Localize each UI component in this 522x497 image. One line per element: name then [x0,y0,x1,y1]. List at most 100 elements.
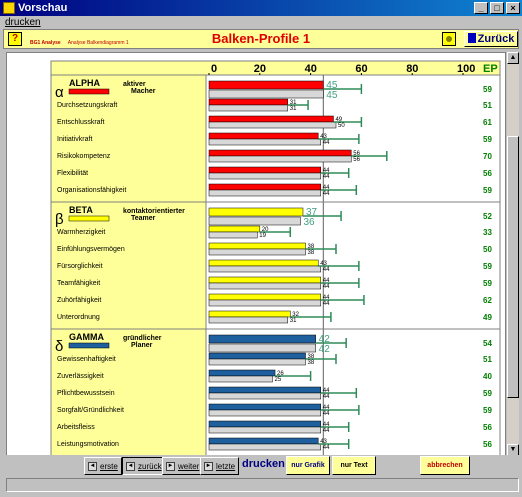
item-label: Leistungsmotivation [57,441,119,448]
prev-page-button[interactable]: ◄ zurück [122,457,166,475]
item-ref-value: 44 [323,267,330,273]
first-page-icon: ◄ [88,461,97,471]
item-ep: 56 [483,169,492,178]
door-icon [467,33,476,43]
group-swatch [68,88,110,95]
back-button[interactable]: Zurück [464,31,518,47]
item-ep: 49 [483,313,492,322]
item-ref-value: 44 [323,140,330,146]
item-label: Einfühlungsvermögen [57,246,125,253]
group-swatch [68,342,110,349]
graph-only-button[interactable]: nur Grafik [286,456,330,475]
item-ep: 59 [483,406,492,415]
cancel-button[interactable]: abbrechen [420,456,470,475]
item-ref-bar [208,392,322,400]
item-ep: 51 [483,101,492,110]
x-tick-label: 0 [211,63,217,75]
text-only-button[interactable]: nur Text [332,456,376,475]
first-page-button[interactable]: ◄ erste [84,457,122,475]
item-bar [208,276,322,284]
item-bar [208,403,322,411]
axis-header [50,60,501,76]
item-ref-bar [208,375,273,383]
item-ref-bar [208,299,322,307]
summary-ref-bar [208,343,316,353]
x-tick-label: 100 [457,63,475,75]
scroll-up-icon[interactable]: ▲ [507,52,519,64]
item-label: Flexibilität [57,170,88,177]
item-label: Fürsorglichkeit [57,263,103,270]
summary-bar [208,207,304,217]
item-bar [208,420,322,428]
app-icon [3,2,15,14]
item-ref-value: 44 [323,174,330,180]
item-ref-bar [208,155,352,163]
item-bar [208,293,322,301]
item-ep: 59 [483,186,492,195]
item-bar [208,98,288,106]
item-label: Arbeitsfleiss [57,424,95,431]
greek-letter: β [55,211,64,228]
status-bar [6,478,519,492]
item-ref-bar [208,121,337,129]
item-ref-value: 38 [308,250,315,256]
item-ref-bar [208,265,322,273]
item-ep: 56 [483,423,492,432]
group-desc-line1: gründlicher [123,335,162,342]
item-bar [208,149,352,157]
item-ep: 59 [483,389,492,398]
item-ref-value: 25 [275,377,282,383]
item-label: Unterordnung [57,314,100,321]
maximize-button[interactable]: □ [490,2,504,14]
title-bar: Vorschau _ □ × [0,0,522,16]
summary-ref-value: 42 [319,344,331,355]
window-title: Vorschau [18,2,68,14]
close-button[interactable]: × [506,2,520,14]
next-page-button[interactable]: ► weiter [162,457,204,475]
item-ep: 56 [483,440,492,449]
menu-print[interactable]: drucken [5,17,41,28]
group-name: ALPHA [69,78,100,88]
item-label: Sorgfalt/Gründlichkeit [57,407,124,414]
item-ref-bar [208,138,322,146]
summary-ref-bar [208,89,324,99]
summary-ep: 59 [483,85,492,94]
item-ref-value: 44 [323,445,330,451]
item-bar [208,225,261,233]
vertical-scrollbar[interactable]: ▲ ▼ [507,52,519,456]
item-ref-bar [208,172,322,180]
item-label: Teamfähigkeit [57,280,100,287]
last-page-button[interactable]: ► letzte [200,457,240,475]
print-link[interactable]: drucken [242,458,285,470]
item-label: Entschlusskraft [57,119,105,126]
item-bar [208,242,306,250]
group-desc-line1: aktiver [123,81,146,88]
summary-ref-value: 45 [326,90,338,101]
item-bar [208,115,334,123]
item-ref-value: 19 [259,233,266,239]
item-label: Zuverlässigkeit [57,373,104,380]
item-bar [208,183,322,191]
item-bar [208,166,322,174]
minimize-button[interactable]: _ [474,2,488,14]
item-ref-bar [208,189,322,197]
item-ref-bar [208,443,322,451]
item-ref-value: 38 [308,360,315,366]
summary-ref-bar [208,216,301,226]
item-ep: 59 [483,135,492,144]
item-ref-value: 31 [290,106,297,112]
page-title: Balken-Profile 1 [211,31,311,46]
item-ref-bar [208,282,322,290]
item-ref-value: 56 [353,157,360,163]
summary-bar [208,80,324,90]
item-ref-value: 31 [290,318,297,324]
scroll-thumb[interactable] [507,136,519,398]
item-ref-bar [208,358,306,366]
preview-canvas: 0 20 40 60 80 100 EP α ALPHA aktiver Macher 45 45 59 D… [6,52,506,456]
settings-icon[interactable] [442,32,456,46]
item-label: Durchsetzungskraft [57,102,117,109]
item-label: Zuhörfähigkeit [57,297,101,304]
item-ref-value: 44 [323,394,330,400]
greek-letter: α [55,84,64,101]
summary-ep: 52 [483,212,492,221]
